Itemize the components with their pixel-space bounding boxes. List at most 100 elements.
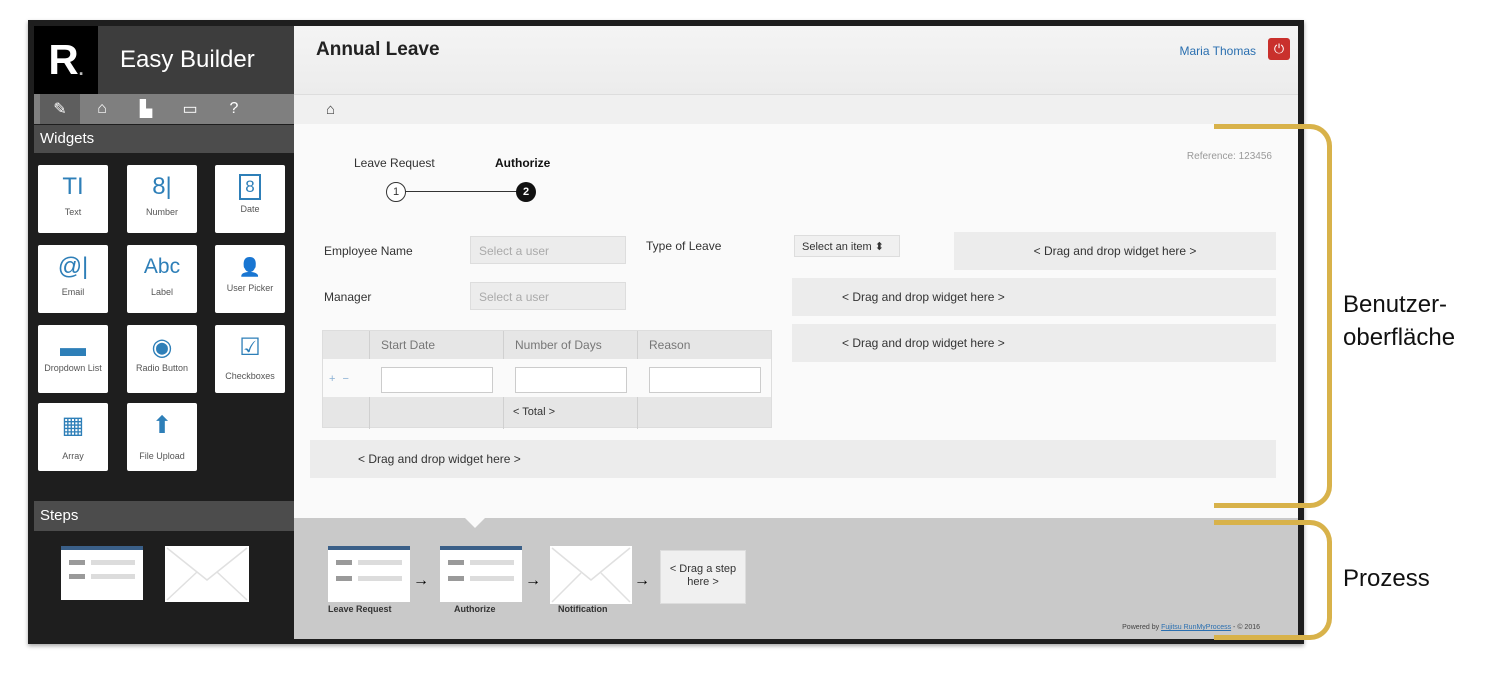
page-title: Annual Leave [316,39,440,60]
widget-label: Text [64,207,82,217]
step-tile-bar [470,576,514,581]
home-icon[interactable]: ⌂ [326,101,335,118]
widget-array[interactable]: ▦ Array [38,403,108,471]
arrow-right-icon: → [413,572,429,589]
step-tile-bar [448,560,464,565]
widget-label: User Picker [226,283,274,293]
arrow-right-icon: → [525,572,541,589]
home-icon[interactable]: ⌂ [80,94,124,124]
date-icon: 8 [239,174,261,200]
envelope-icon [551,547,631,603]
step-tile-bar [336,576,352,581]
wizard-step-label: Authorize [495,156,551,170]
label-icon: Abc [143,255,181,278]
main-header: Annual Leave Maria Thomas ⏻ [294,26,1298,94]
employee-name-label: Employee Name [324,244,413,258]
number-of-days-cell[interactable] [515,367,627,393]
widget-date[interactable]: 8 Date [215,165,285,233]
array-icon: ▦ [61,411,85,439]
widget-checkboxes[interactable]: ☑ Checkboxes [215,325,285,393]
widget-user-picker[interactable]: 👤 User Picker [215,245,285,313]
dropdown-icon: ▬ [60,331,86,362]
checkbox-icon: ☑ [239,333,261,361]
email-step-tile[interactable] [165,546,249,602]
email-icon: @| [57,253,89,280]
powered-prefix: Powered by [1122,624,1160,631]
logo-letter: R [48,36,79,83]
wizard-step-2[interactable]: 2 [516,182,536,202]
process-step-label: Notification [558,604,608,614]
chat-icon[interactable]: ▭ [168,94,212,124]
app-title: Easy Builder [98,26,294,94]
step-tile-bar [91,574,135,579]
pencil-icon[interactable]: ✎ [40,94,80,124]
file-upload-icon: ⬆ [151,411,173,439]
process-step-label: Leave Request [328,604,392,614]
widget-file-upload[interactable]: ⬆ File Upload [127,403,197,471]
drop-zone[interactable]: < Drag and drop widget here > [792,278,1276,316]
widget-label[interactable]: Abc Label [127,245,197,313]
process-step-label: Authorize [454,604,496,614]
widget-number[interactable]: 8| Number [127,165,197,233]
sidebar-toolbar: ✎ ⌂ ▙ ▭ ? [34,94,294,124]
grid-total: < Total > [513,406,555,418]
form-step-tile[interactable] [61,546,143,600]
active-step-pointer [464,517,486,528]
type-of-leave-label: Type of Leave [646,239,722,253]
widget-label: Number [145,207,178,217]
add-remove-row-buttons[interactable]: + − [329,373,351,385]
step-tile-bar [69,574,85,579]
radio-icon: ◉ [151,333,173,361]
step-tile-bar [91,560,135,565]
user-picker-icon: 👤 [238,256,262,277]
process-strip: Leave Request → Authorize → Notification… [294,517,1298,639]
type-of-leave-select[interactable]: Select an item ⬍ [794,235,900,257]
widget-label: Radio Button [135,363,189,373]
power-icon[interactable]: ⏻ [1268,38,1290,60]
number-icon: 8| [152,173,172,200]
steps-header: Steps [34,501,294,531]
start-date-cell[interactable] [381,367,493,393]
grid-header: Reason [649,338,691,352]
drop-zone[interactable]: < Drag and drop widget here > [310,440,1276,478]
process-bracket [1214,520,1332,640]
step-tile-bar [470,560,514,565]
manager-label: Manager [324,290,372,304]
wizard-connector [404,191,524,192]
ui-annotation: Benutzer- oberfläche [1343,291,1456,351]
widgets-header: Widgets [34,125,294,153]
process-step-authorize[interactable] [440,546,522,602]
leave-grid: Start Date Number of Days Reason + − < T… [322,330,772,429]
employee-name-input[interactable]: Select a user [470,236,626,264]
widget-text[interactable]: TI Text [38,165,108,233]
step-tile-bar [448,576,464,581]
grid-header: Start Date [381,338,436,352]
building-icon[interactable]: ▙ [124,94,168,124]
process-step-leave-request[interactable] [328,546,410,602]
user-name-link[interactable]: Maria Thomas [1180,44,1256,58]
process-step-notification[interactable] [550,546,632,604]
widget-radio-button[interactable]: ◉ Radio Button [127,325,197,393]
widget-label: Checkboxes [225,371,275,381]
steps-panel [34,531,294,639]
drop-zone[interactable]: < Drag and drop widget here > [792,324,1276,362]
widget-label: Email [61,287,85,297]
wizard-step-1[interactable]: 1 [386,182,406,202]
widget-dropdown-list[interactable]: ▬ Dropdown List [38,325,108,393]
step-tile-bar [358,576,402,581]
step-tile-bar [358,560,402,565]
help-icon[interactable]: ? [212,94,256,124]
drag-step-drop-zone[interactable]: < Drag a step here > [660,550,746,604]
text-icon: TI [62,173,84,200]
step-tile-bar [69,560,85,565]
widget-label: Date [240,204,260,214]
widget-label: File Upload [139,451,185,461]
grid-header: Number of Days [515,338,602,352]
widgets-panel: TI Text 8| Number 8 Date @| Email Abc Label 👤… [34,153,294,499]
wizard-step-label: Leave Request [354,156,435,170]
logo: R. [34,26,98,94]
reason-cell[interactable] [649,367,761,393]
widget-email[interactable]: @| Email [38,245,108,313]
envelope-icon [166,547,248,601]
manager-input[interactable]: Select a user [470,282,626,310]
